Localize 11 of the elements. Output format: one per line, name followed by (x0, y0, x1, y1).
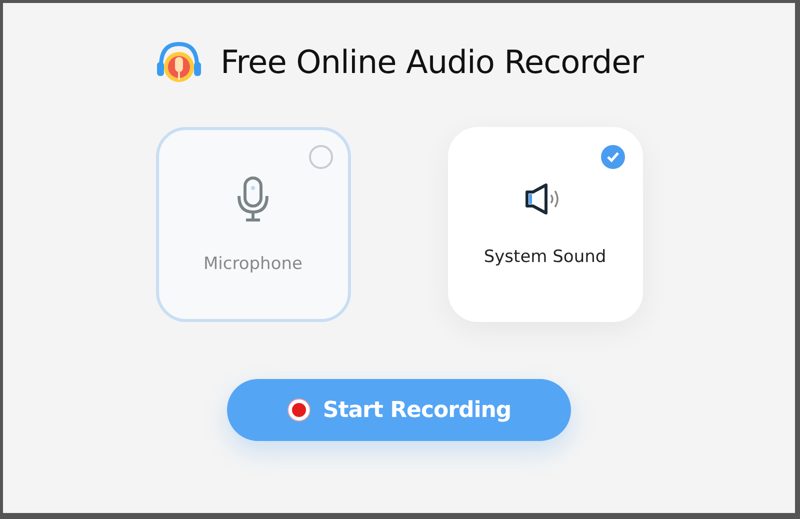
record-icon (286, 398, 311, 422)
app-title: Free Online Audio Recorder (220, 43, 644, 81)
source-label: Microphone (204, 254, 302, 274)
headphone-logo-icon (154, 40, 202, 84)
radio-circle-icon (308, 145, 332, 169)
checkmark-icon (600, 145, 624, 169)
microphone-icon (236, 176, 270, 222)
audio-source-card[interactable]: Microphone (156, 127, 350, 322)
audio-source-card[interactable]: System Sound (448, 127, 642, 322)
source-label: System Sound (484, 246, 606, 266)
start-recording-button[interactable]: Start Recording (227, 379, 571, 441)
